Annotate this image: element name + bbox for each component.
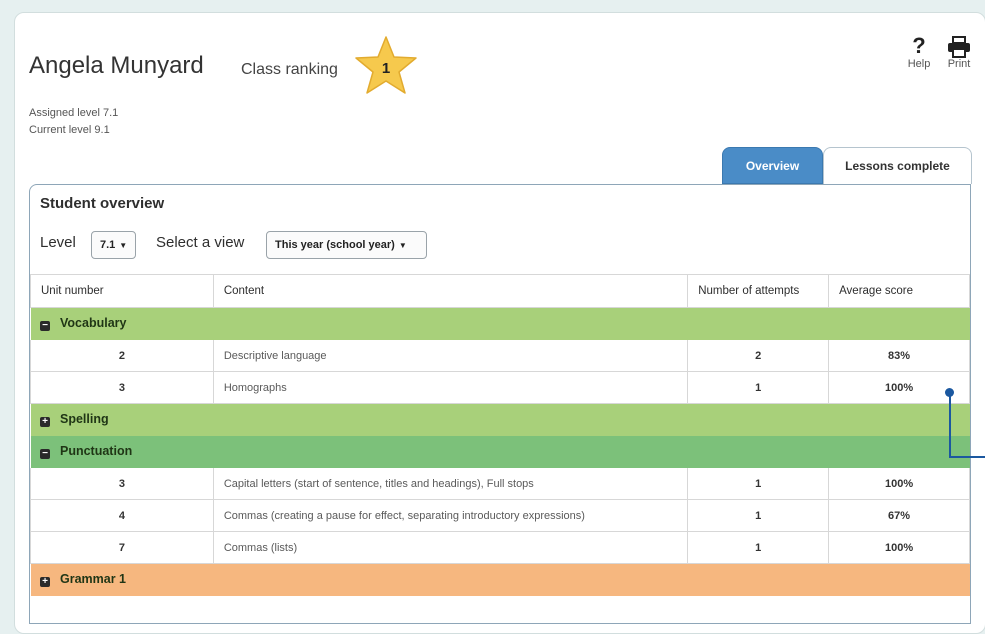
unit-number-cell: 7 (30, 531, 214, 564)
content-cell: Capital letters (start of sentence, titl… (212, 467, 689, 500)
category-row-grammar[interactable]: + Grammar 1 (30, 563, 970, 596)
table-row: 4 Commas (creating a pause for effect, s… (30, 499, 970, 532)
chevron-down-icon: ▼ (398, 241, 407, 250)
attempts-cell: 1 (687, 371, 830, 404)
content-cell: Commas (lists) (212, 531, 689, 564)
attempts-cell: 2 (687, 339, 830, 372)
unit-number-cell: 3 (30, 371, 214, 404)
score-cell: 100% (828, 467, 970, 500)
class-ranking-label: Class ranking (241, 61, 338, 78)
printer-icon (939, 33, 979, 59)
header-average-score: Average score (828, 274, 970, 308)
category-row-punctuation[interactable]: − Punctuation (30, 435, 970, 468)
category-name: Vocabulary (60, 316, 127, 330)
student-overview-panel: Student overview Level 7.1 ▼ Select a vie… (29, 184, 971, 624)
level-value: 7.1 (100, 239, 116, 251)
assigned-level: Assigned level 7.1 (29, 107, 119, 119)
attempts-cell: 1 (687, 499, 830, 532)
table-header-row: Unit number Content Number of attempts A… (30, 274, 970, 308)
collapse-icon[interactable]: − (40, 449, 50, 459)
table-row: 3 Homographs 1 100% (30, 371, 970, 404)
category-row-vocabulary[interactable]: − Vocabulary (30, 307, 970, 340)
unit-number-cell: 4 (30, 499, 214, 532)
print-button[interactable]: Print (939, 33, 979, 70)
panel-title: Student overview (40, 195, 165, 212)
content-cell: Descriptive language (212, 339, 689, 372)
category-name: Grammar 1 (60, 572, 127, 586)
category-name: Punctuation (60, 444, 133, 458)
level-label: Level (40, 234, 76, 251)
content-cell: Commas (creating a pause for effect, sep… (212, 499, 689, 532)
category-name: Spelling (60, 412, 109, 426)
collapse-icon[interactable]: − (40, 321, 50, 331)
level-info: Assigned level 7.1 Current level 9.1 (29, 105, 118, 139)
select-view-label: Select a view (156, 234, 245, 251)
table-row: 2 Descriptive language 2 83% (30, 339, 970, 372)
score-cell: 67% (828, 499, 970, 532)
unit-number-cell: 3 (30, 467, 214, 500)
current-level: Current level 9.1 (29, 124, 110, 136)
category-row-spelling[interactable]: + Spelling (30, 403, 970, 436)
score-cell: 83% (828, 339, 970, 372)
tab-lessons-complete[interactable]: Lessons complete (823, 147, 972, 184)
view-dropdown[interactable]: This year (school year) ▼ (266, 231, 427, 259)
table-row: 7 Commas (lists) 1 100% (30, 531, 970, 564)
help-label: Help (907, 58, 931, 70)
callout-line (949, 456, 985, 458)
chevron-down-icon: ▼ (119, 241, 128, 250)
table-row: 3 Capital letters (start of sentence, ti… (30, 467, 970, 500)
header-attempts: Number of attempts (687, 274, 830, 308)
class-ranking-value: 1 (381, 60, 391, 77)
lessons-table: Unit number Content Number of attempts A… (30, 274, 970, 596)
header-content: Content (212, 274, 689, 308)
view-value: This year (school year) (275, 239, 395, 251)
attempts-cell: 1 (687, 467, 830, 500)
print-label: Print (947, 58, 971, 70)
callout-line (949, 392, 951, 457)
expand-icon[interactable]: + (40, 417, 50, 427)
student-name: Angela Munyard (29, 52, 204, 79)
tab-overview[interactable]: Overview (722, 147, 823, 184)
level-dropdown[interactable]: 7.1 ▼ (91, 231, 136, 259)
attempts-cell: 1 (687, 531, 830, 564)
header-unit-number: Unit number (30, 274, 214, 308)
question-mark-icon: ? (912, 33, 926, 58)
content-cell: Homographs (212, 371, 689, 404)
score-cell: 100% (828, 531, 970, 564)
help-button[interactable]: ? Help (899, 33, 939, 70)
unit-number-cell: 2 (30, 339, 214, 372)
expand-icon[interactable]: + (40, 577, 50, 587)
